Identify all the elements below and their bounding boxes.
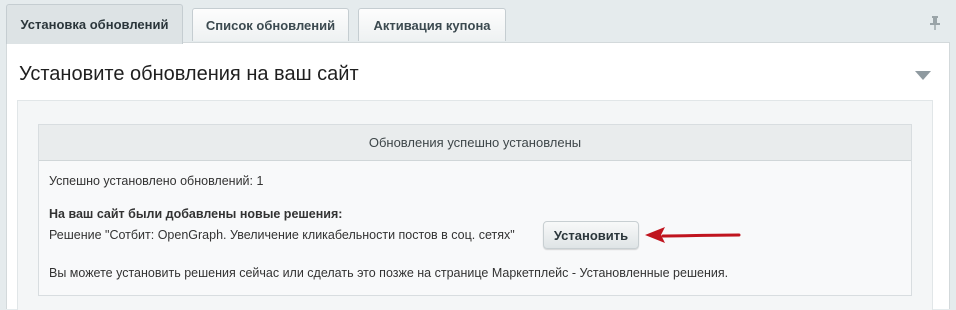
tab-updates-list[interactable]: Список обновлений [192,8,349,41]
footer-text: Вы можете установить решения сейчас или … [49,266,729,280]
tab-bar: Установка обновлений Список обновлений А… [6,2,950,44]
success-message-box: Обновления успешно установлены Успешно у… [38,124,912,296]
panel-title: Установите обновления на ваш сайт [19,63,359,85]
install-panel: Установите обновления на ваш сайт Обновл… [6,42,950,310]
arrow-left-icon [645,227,741,243]
tab-coupon-activation[interactable]: Активация купона [358,8,506,41]
tab-install-updates[interactable]: Установка обновлений [6,4,183,44]
message-header: Обновления успешно установлены [39,125,911,161]
install-button[interactable]: Установить [543,221,639,249]
pin-icon[interactable] [930,16,940,30]
installed-count-text: Успешно установлено обновлений: 1 [49,174,264,188]
solution-text: Решение "Сотбит: OpenGraph. Увеличение к… [49,228,515,242]
panel-content: Обновления успешно установлены Успешно у… [17,100,933,310]
chevron-down-icon[interactable] [915,71,931,80]
new-solutions-heading: На ваш сайт были добавлены новые решения… [49,207,343,221]
